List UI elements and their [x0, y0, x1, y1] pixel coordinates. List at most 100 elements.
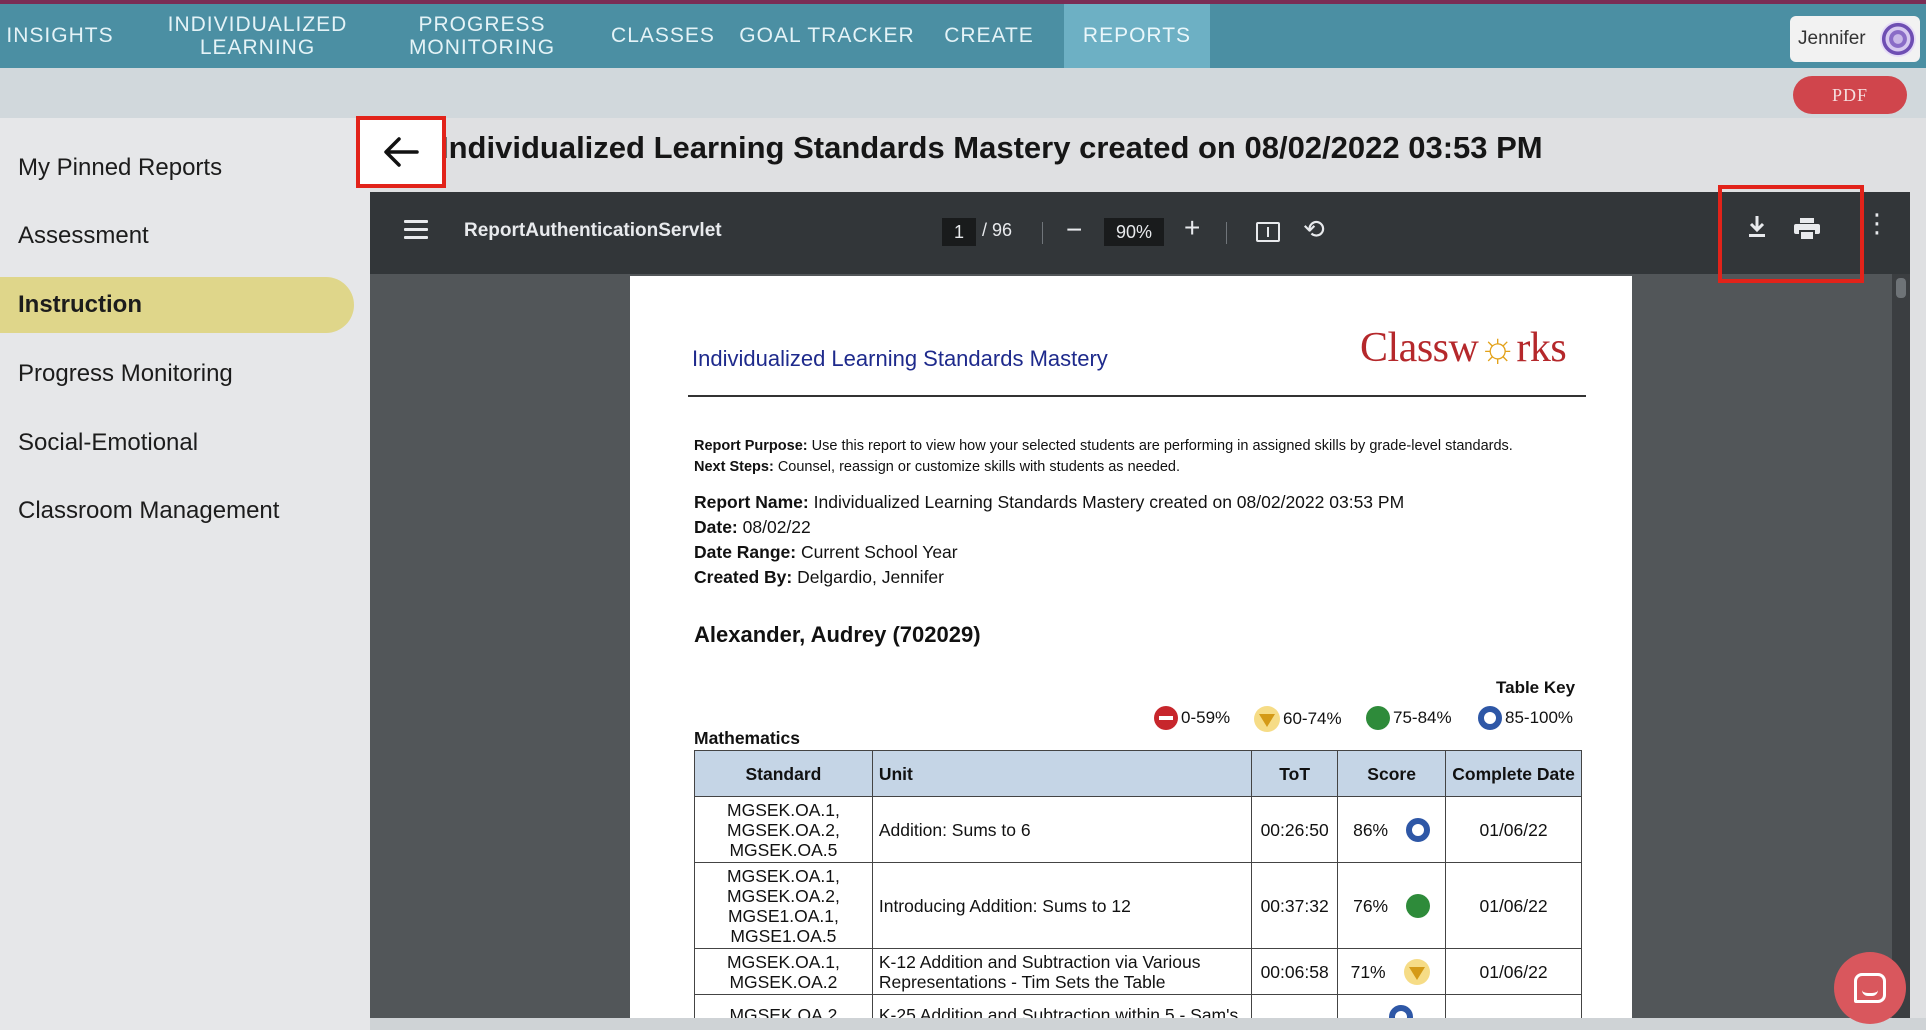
sub-toolbar — [0, 68, 1926, 118]
page-total: / 96 — [982, 220, 1013, 240]
cell-unit: Addition: Sums to 6 — [871, 796, 1253, 863]
cell-score: 76% — [1337, 862, 1447, 949]
report-name-value: Individualized Learning Standards Master… — [813, 492, 1405, 512]
cell-tot — [1251, 994, 1339, 1018]
zoom-out-icon[interactable]: − — [1066, 214, 1082, 246]
created-by-label: Created By: — [694, 567, 793, 587]
cell-date — [1445, 994, 1582, 1018]
cell-unit: K-25 Addition and Subtraction within 5 -… — [871, 994, 1253, 1018]
report-purpose: Report Purpose: Use this report to view … — [694, 436, 1574, 478]
green-status-icon — [1406, 893, 1431, 918]
cell-standard: MGSEK.OA.1, MGSEK.OA.2 — [694, 948, 873, 995]
report-name-label: Report Name: — [694, 492, 809, 512]
table-row: MGSEK.OA.1, MGSEK.OA.2, MGSE1.OA.1, MGSE… — [694, 862, 1582, 949]
sidebar-item-my-pinned-reports-label[interactable]: My Pinned Reports — [0, 140, 354, 196]
table-row: MGSEK.OA.1, MGSEK.OA.2 K-12 Addition and… — [694, 948, 1582, 995]
top-navigation: INSIGHTS INDIVIDUALIZED LEARNING PROGRES… — [0, 4, 1926, 68]
sidebar-item-classroom-management[interactable]: Classroom Management — [0, 483, 354, 539]
score-value: 86% — [1353, 819, 1389, 840]
sidebar-item-instruction[interactable]: Instruction — [0, 277, 354, 333]
nav-individualized-learning[interactable]: INDIVIDUALIZED LEARNING — [150, 4, 365, 68]
cell-unit: Introducing Addition: Sums to 12 — [871, 862, 1253, 949]
sidebar-item-progress-monitoring[interactable]: Progress Monitoring — [0, 346, 354, 402]
user-menu[interactable]: Jennifer — [1790, 16, 1920, 62]
table-key-title: Table Key — [1496, 678, 1576, 697]
col-score: Score — [1337, 750, 1447, 797]
blue-status-icon — [1478, 706, 1502, 730]
purpose-label: Report Purpose: — [694, 438, 808, 454]
table-row: MGSEK.OA.2 K-25 Addition and Subtraction… — [694, 994, 1582, 1018]
rotate-icon[interactable]: ⟲ — [1303, 214, 1325, 245]
page-number-input[interactable]: 1 — [942, 218, 976, 246]
fit-page-icon[interactable] — [1256, 222, 1280, 242]
nav-create[interactable]: CREATE — [932, 4, 1046, 68]
key-item-red: 0-59% — [1154, 706, 1230, 730]
more-options-icon[interactable]: ⋮ — [1864, 210, 1890, 236]
blue-status-icon — [1388, 1004, 1413, 1018]
cell-date: 01/06/22 — [1445, 796, 1582, 863]
col-tot: ToT — [1251, 750, 1339, 797]
scrollbar[interactable] — [1892, 274, 1910, 1018]
date-range-value: Current School Year — [800, 542, 958, 562]
cell-score — [1337, 994, 1447, 1018]
date-value: 08/02/22 — [742, 517, 811, 537]
pdf-page: Individualized Learning Standards Master… — [630, 276, 1632, 1018]
cell-score: 86% — [1337, 796, 1447, 863]
nav-goal-tracker[interactable]: GOAL TRACKER — [736, 4, 918, 68]
report-meta: Report Name: Individualized Learning Sta… — [694, 490, 1404, 590]
key-item-yellow: 60-74% — [1254, 706, 1342, 732]
cell-date: 01/06/22 — [1445, 862, 1582, 949]
cell-score: 71% — [1337, 948, 1447, 995]
avatar — [1880, 21, 1916, 57]
blue-status-icon — [1406, 817, 1431, 842]
sidebar-item-social-emotional[interactable]: Social-Emotional — [0, 415, 354, 471]
nav-classes[interactable]: CLASSES — [600, 4, 726, 68]
pdf-file-name: ReportAuthenticationServlet — [464, 220, 722, 241]
horizontal-scrollbar[interactable] — [370, 1018, 1926, 1030]
pdf-button[interactable]: PDF — [1793, 76, 1907, 114]
created-by-value: Delgardio, Jennifer — [797, 567, 944, 587]
pdf-viewer-toolbar: ReportAuthenticationServlet 1 / 96 − 90%… — [370, 192, 1910, 274]
cell-tot: 00:37:32 — [1251, 862, 1339, 949]
next-steps-text: Counsel, reassign or customize skills wi… — [777, 459, 1180, 475]
student-name: Alexander, Audrey (702029) — [694, 622, 981, 647]
divider — [688, 395, 1586, 397]
cell-tot: 00:26:50 — [1251, 796, 1339, 863]
next-steps-label: Next Steps: — [694, 459, 774, 475]
cell-date: 01/06/22 — [1445, 948, 1582, 995]
menu-icon[interactable] — [404, 220, 428, 240]
chat-button[interactable] — [1834, 952, 1906, 1024]
table-row: MGSEK.OA.1, MGSEK.OA.2, MGSEK.OA.5 Addit… — [694, 796, 1582, 863]
key-item-green: 75-84% — [1366, 706, 1452, 730]
cell-unit: K-12 Addition and Subtraction via Variou… — [871, 948, 1253, 995]
nav-reports[interactable]: REPORTS — [1064, 4, 1210, 68]
user-name: Jennifer — [1798, 28, 1866, 49]
sidebar-item-assessment[interactable]: Assessment — [0, 208, 354, 264]
cell-standard: MGSEK.OA.2 — [694, 994, 873, 1018]
cell-standard: MGSEK.OA.1, MGSEK.OA.2, MGSE1.OA.1, MGSE… — [694, 862, 873, 949]
key-item-blue: 85-100% — [1478, 706, 1573, 730]
classworks-logo: Classw☼rks — [1360, 325, 1567, 371]
pdf-viewer: ReportAuthenticationServlet 1 / 96 − 90%… — [370, 192, 1910, 1018]
toolbar-divider — [1226, 222, 1227, 244]
red-status-icon — [1154, 706, 1178, 730]
green-status-icon — [1366, 706, 1390, 730]
scrollbar-thumb[interactable] — [1896, 278, 1906, 298]
nav-progress-monitoring[interactable]: PROGRESS MONITORING — [392, 4, 572, 68]
col-complete-date: Complete Date — [1445, 750, 1582, 797]
chat-icon — [1854, 973, 1886, 1003]
zoom-level-input[interactable]: 90% — [1104, 218, 1164, 246]
arrow-left-icon — [384, 137, 419, 167]
yellow-status-icon — [1254, 706, 1280, 732]
document-title: Individualized Learning Standards Master… — [692, 346, 1108, 371]
nav-insights[interactable]: INSIGHTS — [0, 4, 120, 68]
date-range-label: Date Range: — [694, 542, 797, 562]
page-title: Individualized Learning Standards Master… — [440, 130, 1543, 165]
back-button[interactable] — [356, 116, 446, 188]
col-standard: Standard — [694, 750, 873, 797]
toolbar-divider — [1042, 222, 1043, 244]
yellow-status-icon — [1403, 958, 1430, 985]
date-label: Date: — [694, 517, 738, 537]
subject-label: Mathematics — [694, 728, 801, 748]
zoom-in-icon[interactable]: + — [1184, 212, 1200, 244]
